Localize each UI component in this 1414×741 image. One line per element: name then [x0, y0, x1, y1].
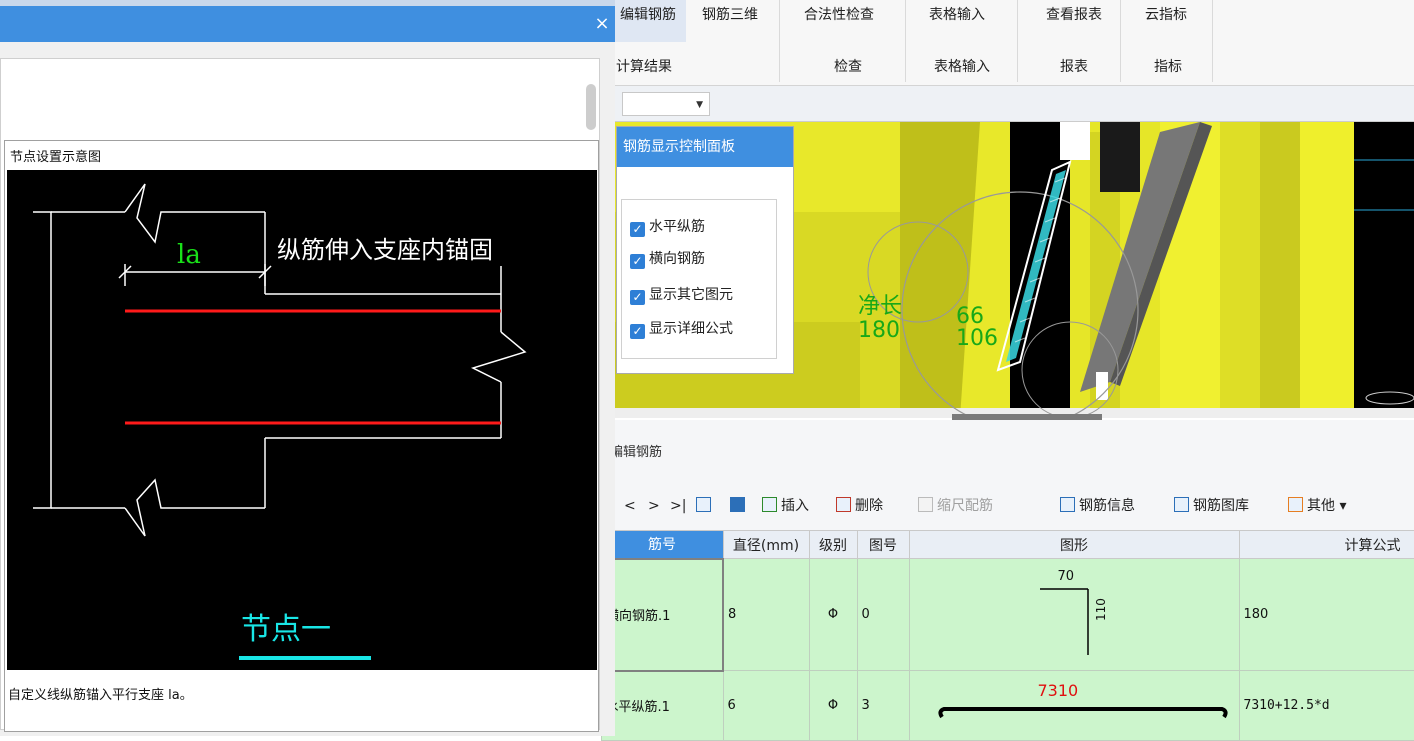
cell-formula[interactable]: 7310+12.5*d: [1238, 670, 1414, 741]
delete-icon: [836, 497, 851, 512]
net-length-value: 180: [858, 318, 900, 343]
cell-shape-no[interactable]: 0: [856, 558, 910, 671]
ribbon-divider: [905, 0, 906, 82]
group-table-input: 表格输入: [934, 59, 990, 75]
col-header-shape-no[interactable]: 图号: [856, 530, 910, 559]
scale-rebar-button[interactable]: 缩尺配筋: [918, 488, 993, 524]
cell-shape[interactable]: 7310: [908, 670, 1240, 741]
nav-last-button[interactable]: >|: [670, 488, 686, 524]
tab-rebar-3d[interactable]: 钢筋三维: [688, 0, 772, 42]
layer-dropdown[interactable]: ▼: [622, 92, 710, 116]
tab-view-report[interactable]: 查看报表: [1026, 0, 1122, 42]
chevron-down-icon: ▼: [696, 100, 703, 110]
nav-prev-button[interactable]: <: [624, 488, 636, 524]
cell-shape-no[interactable]: 3: [856, 670, 910, 741]
move-up-icon: [696, 497, 711, 512]
group-calc-result: 计算结果: [616, 59, 672, 75]
move-up-button[interactable]: [696, 488, 715, 524]
checkbox-checked-icon[interactable]: ✓: [630, 290, 645, 305]
other-icon: [1288, 497, 1303, 512]
cell-diameter[interactable]: 6: [722, 670, 810, 741]
shape-top-dim: 70: [1057, 569, 1075, 584]
node-description: 自定义线纵筋锚入平行支座 la。: [8, 688, 193, 703]
table-row[interactable]: 横向钢筋.1 8 Φ 0 70 110 180: [600, 557, 1414, 672]
checkbox-checked-icon[interactable]: ✓: [630, 254, 645, 269]
col-header-grade[interactable]: 级别: [808, 530, 858, 559]
rebar-info-icon: [1060, 497, 1075, 512]
rebar-table: 筋号 直径(mm) 级别 图号 图形 计算公式 横向钢筋.1 8 Φ 0 70 …: [600, 530, 1414, 741]
group-index: 指标: [1154, 59, 1182, 75]
net-length-title: 净长: [858, 294, 903, 319]
dialog-scrollbar[interactable]: [586, 84, 596, 130]
col-header-shape[interactable]: 图形: [908, 530, 1240, 559]
group-report: 报表: [1060, 59, 1088, 75]
node-diagram-title: 节点设置示意图: [10, 150, 102, 165]
shape-side-dim: 110: [1093, 598, 1108, 621]
cell-shape[interactable]: 70 110: [908, 558, 1240, 671]
control-panel-options: ✓ 水平纵筋 ✓ 横向钢筋 ✓ 显示其它图元 ✓ 显示详细公式: [621, 199, 777, 359]
ribbon-divider: [779, 0, 780, 82]
cell-diameter[interactable]: 8: [722, 558, 810, 671]
col-header-formula[interactable]: 计算公式: [1238, 530, 1414, 559]
other-menu-button[interactable]: 其他 ▾: [1288, 488, 1346, 524]
ribbon-divider: [1212, 0, 1213, 82]
move-down-button[interactable]: [730, 488, 749, 524]
rebar-info-button[interactable]: 钢筋信息: [1060, 488, 1135, 524]
delete-button[interactable]: 删除: [836, 488, 883, 524]
node-name-label: 节点一: [241, 612, 331, 647]
table-row[interactable]: 水平纵筋.1 6 Φ 3 7310 7310+12.5*d: [600, 670, 1414, 741]
cell-grade[interactable]: Φ: [808, 558, 858, 671]
tab-edit-rebar[interactable]: 编辑钢筋: [610, 0, 686, 42]
option-show-detailed-formula[interactable]: ✓ 显示详细公式: [630, 318, 733, 340]
rebar-library-icon: [1174, 497, 1189, 512]
col-header-diameter[interactable]: 直径(mm): [722, 530, 810, 559]
cell-bar-name[interactable]: 水平纵筋.1: [600, 670, 724, 741]
grid-toolbar: < > >| 插入 删除 缩尺配筋 钢筋信息 钢筋图库 其他 ▾: [600, 488, 1414, 524]
dim-label-a: 66: [956, 304, 984, 329]
option-transverse-rebar[interactable]: ✓ 横向钢筋: [630, 248, 705, 270]
control-panel-title: 钢筋显示控制面板: [617, 127, 793, 167]
rebar-library-button[interactable]: 钢筋图库: [1174, 488, 1249, 524]
tab-table-input[interactable]: 表格输入: [910, 0, 1004, 42]
group-check: 检查: [834, 59, 862, 75]
shape-length-label: 7310: [1037, 681, 1079, 700]
move-down-icon: [730, 497, 745, 512]
checkbox-checked-icon[interactable]: ✓: [630, 324, 645, 339]
option-horizontal-rebar[interactable]: ✓ 水平纵筋: [630, 216, 705, 238]
cell-grade[interactable]: Φ: [808, 670, 858, 741]
ribbon-divider: [1120, 0, 1121, 82]
dim-label-la: la: [177, 240, 201, 270]
dim-label-b: 106: [956, 326, 998, 351]
cell-formula[interactable]: 180: [1238, 558, 1414, 671]
ribbon-divider: [1017, 0, 1018, 82]
checkbox-checked-icon[interactable]: ✓: [630, 222, 645, 237]
tab-cloud-index[interactable]: 云指标: [1128, 0, 1204, 42]
close-icon[interactable]: ×: [590, 10, 614, 38]
cell-bar-name[interactable]: 横向钢筋.1: [600, 557, 724, 672]
col-header-bar-no[interactable]: 筋号: [600, 530, 724, 559]
insert-icon: [762, 497, 777, 512]
rebar-display-control-panel: 钢筋显示控制面板 ✓ 水平纵筋 ✓ 横向钢筋 ✓ 显示其它图元 ✓ 显示详细公式: [616, 126, 794, 374]
dialog-titlebar: [0, 6, 615, 42]
option-show-other-elements[interactable]: ✓ 显示其它图元: [630, 284, 733, 306]
nav-next-button[interactable]: >: [648, 488, 660, 524]
node-diagram-canvas: la 纵筋伸入支座内锚固 节点一: [7, 170, 597, 670]
anchorage-callout: 纵筋伸入支座内锚固: [277, 236, 493, 264]
tab-validity-check[interactable]: 合法性检查: [786, 0, 892, 42]
scale-rebar-icon: [918, 497, 933, 512]
insert-button[interactable]: 插入: [762, 488, 809, 524]
